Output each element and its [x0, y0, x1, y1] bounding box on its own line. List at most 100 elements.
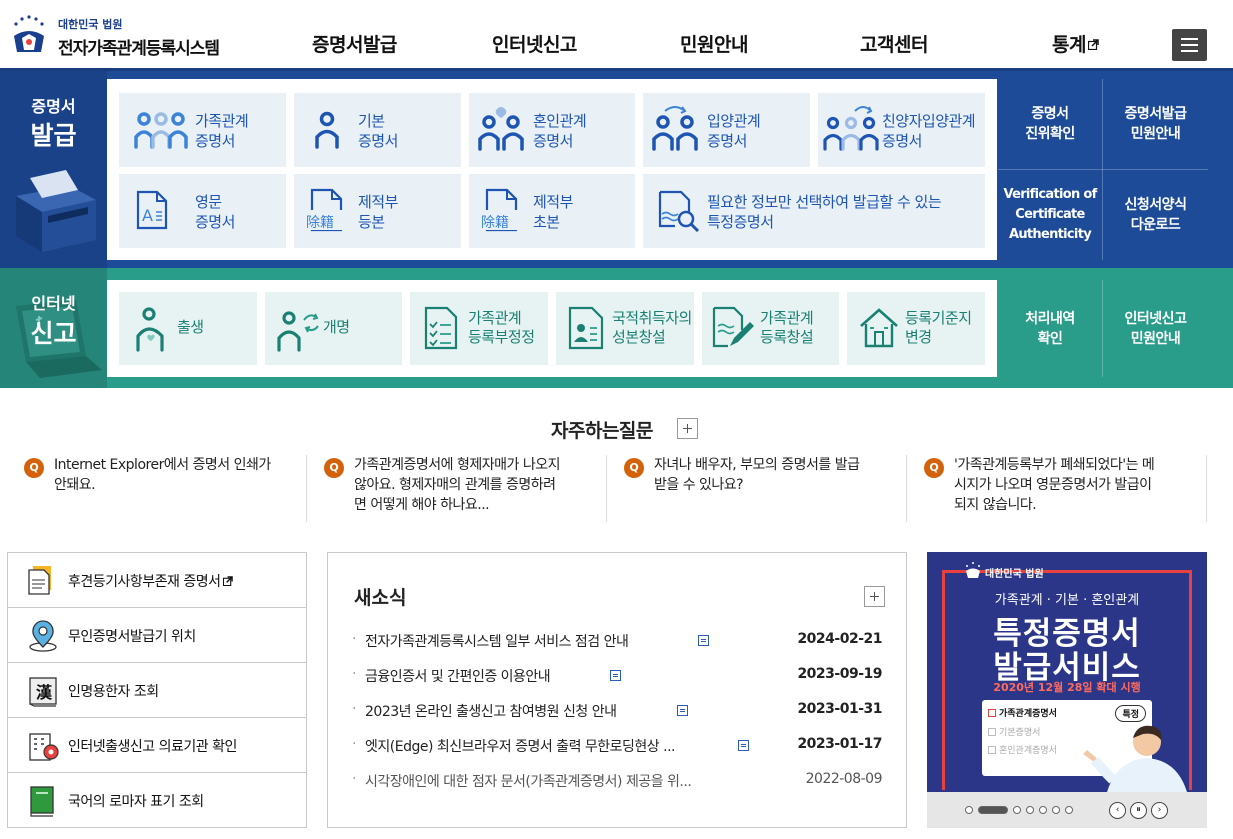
- link-certificate-guide[interactable]: 증명서발급 민원안내: [1103, 79, 1208, 169]
- quick-link-text: 후견등기사항부존재 증명서: [68, 574, 221, 590]
- tile-removed-register-extract[interactable]: 除籍 제적부 초본: [469, 174, 635, 248]
- document-icon: [28, 566, 51, 595]
- site-header: 대한민국 법원 전자가족관계등록시스템 증명서발급 인터넷신고 민원안내 고객센…: [0, 0, 1233, 68]
- faq-item[interactable]: Q 자녀나 배우자, 부모의 증명서를 발급 받을 수 있나요?: [607, 455, 907, 522]
- tile-label: 등록기준지 변경: [905, 309, 972, 347]
- faq-item[interactable]: Q 가족관계증명서에 형제자매가 나오지 않아요. 형제자매의 관계를 증명하려 면…: [307, 455, 607, 522]
- nav-item-statistics[interactable]: 통계: [1052, 30, 1099, 57]
- slide-dot[interactable]: [1026, 806, 1034, 814]
- internet-tile-panel: 출생 개명 가족관계 등록부정정 국적취득자의 성본창설 가족관계 등록창설 등록기준…: [107, 280, 997, 377]
- next-slide-button[interactable]: ›: [1151, 802, 1168, 819]
- quick-link-label: 무인증명서발급기 위치: [68, 629, 196, 645]
- quick-link-hospital-check[interactable]: 인터넷출생신고 의료기관 확인: [8, 718, 306, 773]
- tile-birth-report[interactable]: 출생: [119, 292, 257, 365]
- tile-line2: 성본창설: [612, 328, 666, 346]
- tile-label: 필요한 정보만 선택하여 발급할 수 있는 특정증명서: [707, 192, 942, 232]
- faq-question: 자녀나 배우자, 부모의 증명서를 발급 받을 수 있나요?: [654, 455, 894, 495]
- quick-link-hanja-lookup[interactable]: 漢 인명용한자 조회: [8, 663, 306, 718]
- quick-link-guardianship-certificate[interactable]: 후견등기사항부존재 증명서: [8, 553, 306, 608]
- tile-naturalized-surname[interactable]: 국적취득자의 성본창설: [556, 292, 694, 365]
- tile-label: 국적취득자의 성본창설: [612, 309, 692, 347]
- tile-line2: 증명서: [533, 132, 573, 150]
- faq-line: Internet Explorer에서 증명서 인쇄가: [54, 457, 271, 473]
- faq-question: Internet Explorer에서 증명서 인쇄가안돼요.: [54, 455, 294, 495]
- faq-line: 시지가 나오며 영문증명서가 발급이: [954, 477, 1152, 493]
- prev-slide-button[interactable]: ‹: [1109, 802, 1126, 819]
- tile-specific-certificate[interactable]: 필요한 정보만 선택하여 발급할 수 있는 특정증명서: [643, 174, 985, 248]
- faq-more-plus-icon[interactable]: [677, 418, 698, 439]
- link-form-download[interactable]: 신청서양식 다운로드: [1103, 170, 1208, 260]
- bullet: ·: [352, 666, 356, 682]
- hamburger-icon-line: [1181, 50, 1198, 52]
- tile-removed-register-copy[interactable]: 除籍 제적부 등본: [294, 174, 461, 248]
- person-illustration-icon: [1083, 725, 1187, 792]
- tile-english-certificate[interactable]: A 영문 증명서: [119, 174, 286, 248]
- slide-dot[interactable]: [1065, 806, 1073, 814]
- tile-full-adoption-certificate[interactable]: 친양자입양관계 증명서: [818, 93, 985, 167]
- side-link-label: 신청서양식 다운로드: [1125, 195, 1187, 235]
- banner-controls: ‹ ⏸ ›: [927, 792, 1207, 828]
- quick-link-romanization[interactable]: 국어의 로마자 표기 조회: [8, 773, 306, 828]
- tile-register-base-change[interactable]: 등록기준지 변경: [847, 292, 985, 365]
- nav-item-civil-guide[interactable]: 민원안내: [680, 30, 748, 57]
- tile-basic-certificate[interactable]: 기본 증명서: [294, 93, 461, 167]
- slide-dot[interactable]: [1013, 806, 1021, 814]
- promo-banner[interactable]: 대한민국 법원 가족관계 · 기본 · 혼인관계 특정증명서 발급서비스 202…: [927, 552, 1207, 828]
- removed-register-badge: 除籍: [306, 215, 334, 231]
- tile-label: 개명: [323, 318, 350, 336]
- tile-line2: 증명서: [195, 213, 235, 231]
- hamburger-menu-button[interactable]: [1172, 29, 1207, 61]
- tile-label: 가족관계 등록창설: [760, 309, 814, 347]
- faq-line: 안돼요.: [54, 477, 96, 493]
- nav-item-certificate[interactable]: 증명서발급: [312, 30, 397, 57]
- tile-label: 영문 증명서: [195, 192, 235, 232]
- quick-link-kiosk-location[interactable]: 무인증명서발급기 위치: [8, 608, 306, 663]
- rename-icon: [277, 311, 319, 352]
- marriage-icon: [478, 107, 524, 151]
- tile-register-creation[interactable]: 가족관계 등록창설: [702, 292, 839, 365]
- news-more-plus-icon[interactable]: [864, 586, 885, 607]
- tile-marriage-certificate[interactable]: 혼인관계 증명서: [469, 93, 635, 167]
- faq-item[interactable]: Q '가족관계등록부가 폐쇄되었다'는 메 시지가 나오며 영문증명서가 발급이 되…: [907, 455, 1207, 522]
- slide-dot-active[interactable]: [978, 806, 1008, 814]
- tile-name-change[interactable]: 개명: [265, 292, 402, 365]
- hamburger-icon-line: [1181, 38, 1198, 40]
- search-doc-icon: [658, 190, 700, 232]
- nav-item-internet-report[interactable]: 인터넷신고: [492, 30, 577, 57]
- side-link-label: 인터넷신고 민원안내: [1125, 309, 1187, 349]
- tile-label: 친양자입양관계 증명서: [882, 111, 976, 151]
- tile-family-relation-certificate[interactable]: 가족관계 증명서: [119, 93, 286, 167]
- logo-title: 전자가족관계등록시스템: [58, 39, 220, 59]
- pause-icon: ⏸: [1136, 805, 1141, 815]
- tile-register-correction[interactable]: 가족관계 등록부정정: [410, 292, 548, 365]
- internet-label-small: 인터넷: [31, 294, 76, 313]
- banner-card-row: 기본증명서: [988, 725, 1040, 738]
- side-link-line: 처리내역: [1025, 310, 1075, 327]
- side-link-line: 다운로드: [1130, 217, 1181, 233]
- news-item[interactable]: · 엣지(Edge) 최신브라우저 증명서 출력 무한로딩현상 ... 2023…: [352, 736, 882, 756]
- news-item[interactable]: · 전자가족관계등록시스템 일부 서비스 점검 안내 2024-02-21: [352, 631, 882, 651]
- tile-line1: 국적취득자의: [612, 309, 692, 327]
- tile-label: 기본 증명서: [358, 111, 398, 151]
- faq-item[interactable]: Q Internet Explorer에서 증명서 인쇄가 안돼요.: [7, 455, 307, 522]
- nav-item-customer-center[interactable]: 고객센터: [860, 30, 928, 57]
- tile-line2: 초본: [533, 213, 560, 231]
- news-item-date: 2024-02-21: [797, 631, 882, 647]
- pause-slide-button[interactable]: ⏸: [1130, 802, 1147, 819]
- slide-dot[interactable]: [1039, 806, 1047, 814]
- link-process-history[interactable]: 처리내역 확인: [998, 280, 1102, 377]
- news-item[interactable]: · 시각장애인에 대한 점자 문서(가족관계증명서) 제공을 위... 2022…: [352, 771, 883, 791]
- news-item-date: 2023-01-31: [797, 701, 882, 717]
- link-verification-english[interactable]: Verification of Certificate Authenticity: [998, 170, 1102, 260]
- news-item[interactable]: · 2023년 온라인 출생신고 참여병원 신청 안내 2023-01-31: [352, 701, 882, 721]
- site-logo[interactable]: 대한민국 법원 전자가족관계등록시스템: [8, 12, 248, 59]
- link-internet-report-guide[interactable]: 인터넷신고 민원안내: [1103, 280, 1208, 377]
- news-item-title: 2023년 온라인 출생신고 참여병원 신청 안내: [365, 704, 617, 720]
- tile-adoption-certificate[interactable]: 입양관계 증명서: [643, 93, 810, 167]
- tile-line1: 기본: [358, 112, 385, 130]
- slide-dot[interactable]: [1052, 806, 1060, 814]
- news-item[interactable]: · 금융인증서 및 간편인증 이용안내 2023-09-19: [352, 666, 882, 686]
- link-certificate-verification[interactable]: 증명서 진위확인: [998, 79, 1102, 169]
- tile-label: 가족관계 등록부정정: [468, 309, 535, 347]
- slide-dot[interactable]: [965, 806, 973, 814]
